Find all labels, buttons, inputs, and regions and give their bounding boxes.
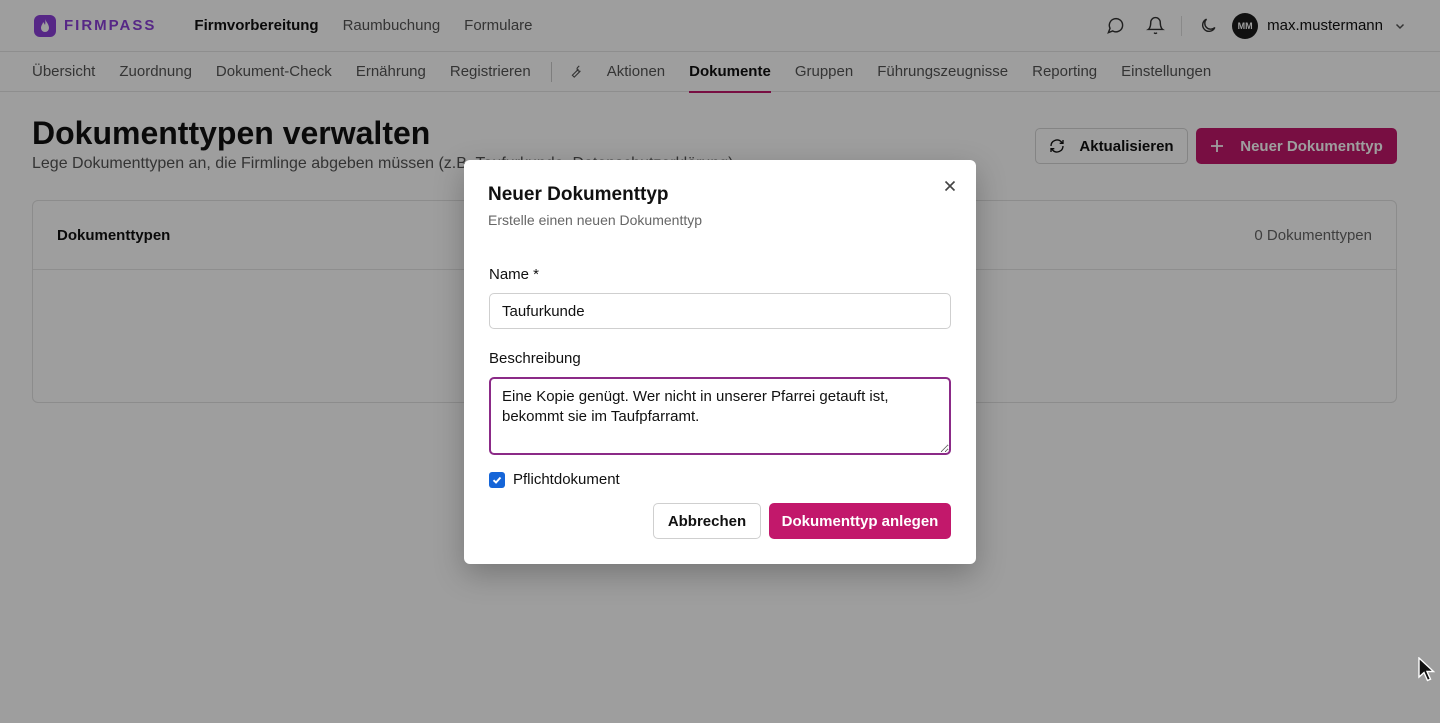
required-checkbox-label[interactable]: Pflichtdokument xyxy=(513,471,620,488)
checkmark-icon xyxy=(492,476,502,484)
name-label: Name * xyxy=(489,266,540,283)
new-document-type-dialog: Neuer Dokumenttyp Erstelle einen neuen D… xyxy=(464,160,976,564)
cancel-button[interactable]: Abbrechen xyxy=(653,503,761,539)
description-label: Beschreibung xyxy=(489,350,581,367)
name-input[interactable] xyxy=(489,293,951,329)
dialog-title: Neuer Dokumenttyp xyxy=(488,184,669,205)
close-icon[interactable] xyxy=(942,178,958,194)
mouse-cursor-icon xyxy=(1418,657,1436,682)
required-checkbox[interactable] xyxy=(489,471,505,488)
required-checkbox-row[interactable]: Pflichtdokument xyxy=(489,471,620,488)
dialog-subtitle: Erstelle einen neuen Dokumenttyp xyxy=(488,212,703,228)
description-textarea[interactable]: Eine Kopie genügt. Wer nicht in unserer … xyxy=(489,377,951,455)
create-document-type-button[interactable]: Dokumenttyp anlegen xyxy=(769,503,951,539)
